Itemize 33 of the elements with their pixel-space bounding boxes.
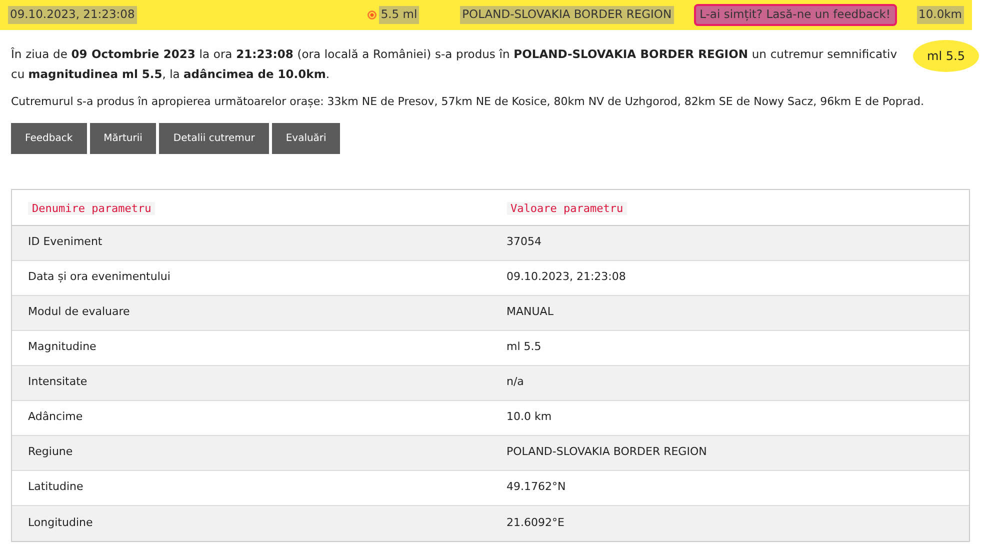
epicenter-icon xyxy=(366,10,377,20)
table-cell: n/a xyxy=(506,375,524,388)
table-cell: 09.10.2023, 21:23:08 xyxy=(506,270,626,284)
nearby-cities: Cutremurul s-a produs în apropierea următoarelor orașe: 33km NE de Presov, 57km NE de Kosice, 80km NV de Uzhgorod, 82km SE de Nowy Sacz, 96km E de Poprad. xyxy=(11,94,926,110)
table-cell: Modul de evaluare xyxy=(28,305,130,318)
tab-button[interactable]: Mărturii xyxy=(90,122,156,154)
table-cell: Regiune xyxy=(28,445,73,458)
event-summary: În ziua de 09 Octombrie 2023 la ora 21:23:08 (ora locală a României) s-a produs în POLAND-SLOVAKIA BORDER REGION un cutremur semnificativ cu magnitudinea ml 5.5, la adâncimea de 10.0km. xyxy=(11,46,897,83)
event-region: POLAND-SLOVAKIA BORDER REGION xyxy=(460,6,674,24)
event-datetime: 09.10.2023, 21:23:08 xyxy=(8,6,137,24)
table-cell: POLAND-SLOVAKIA BORDER REGION xyxy=(506,445,707,458)
event-depth: 10.0km xyxy=(916,6,964,24)
table-cell: 49.1762°N xyxy=(506,480,566,494)
table-cell: Data și ora evenimentului xyxy=(28,270,170,284)
event-magnitude: 5.5 ml xyxy=(378,6,420,24)
table-cell: 37054 xyxy=(506,235,542,248)
magnitude-badge: ml 5.5 xyxy=(913,40,979,72)
column-header: Valoare parametru xyxy=(506,202,628,215)
table-cell: Longitudine xyxy=(28,516,93,529)
table-cell: MANUAL xyxy=(506,305,554,318)
table-cell: ID Eveniment xyxy=(28,235,102,248)
table-cell: 10.0 km xyxy=(506,410,552,424)
column-header: Denumire parametru xyxy=(28,202,156,215)
table-cell: Adâncime xyxy=(28,410,83,424)
tab-button[interactable]: Evaluări xyxy=(272,122,340,154)
table-cell: ml 5.5 xyxy=(506,340,542,354)
tab-button[interactable]: Feedback xyxy=(11,122,87,154)
table-cell: Intensitate xyxy=(28,375,88,388)
table-cell: 21.6092°E xyxy=(506,516,564,529)
feedback-link[interactable]: L-ai simțit? Lasă-ne un feedback! xyxy=(694,4,897,26)
table-cell: Latitudine xyxy=(28,480,84,494)
table-cell: Magnitudine xyxy=(28,340,96,354)
tab-button[interactable]: Detalii cutremur xyxy=(159,122,269,154)
